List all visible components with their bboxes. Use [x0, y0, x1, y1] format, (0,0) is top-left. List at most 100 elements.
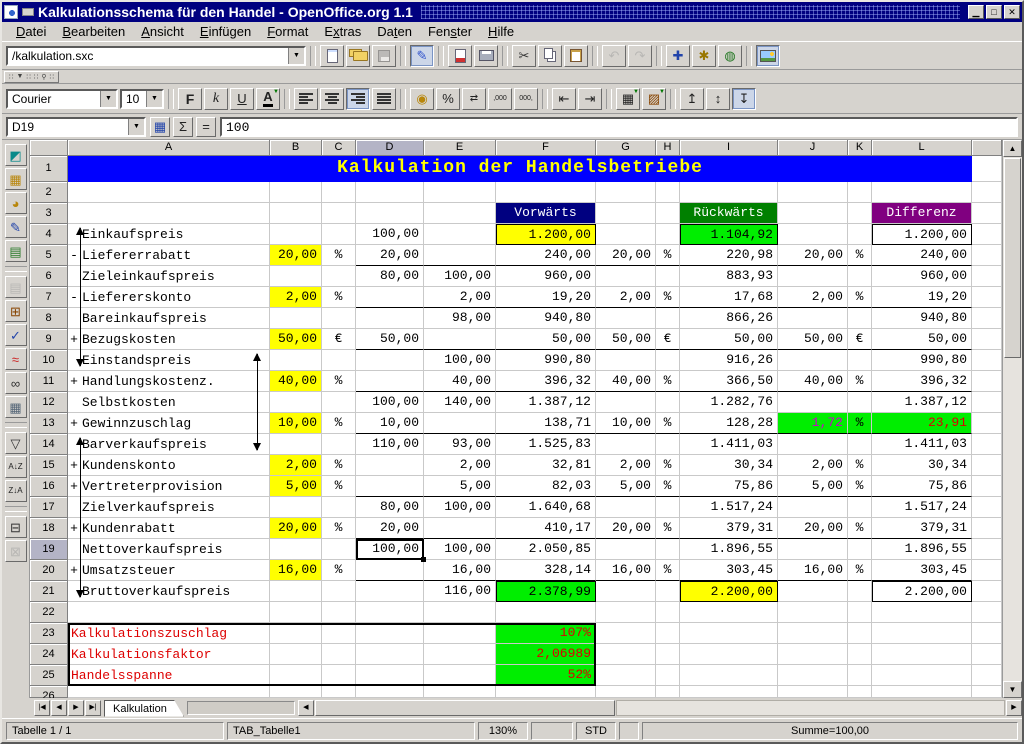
column-header-m[interactable]: [972, 140, 1002, 156]
bold-button[interactable]: F: [178, 88, 202, 110]
cell-J23[interactable]: [778, 623, 848, 644]
cell-B26[interactable]: [270, 686, 322, 698]
background-color-button[interactable]: ▨▼: [642, 88, 666, 110]
cell-L25[interactable]: [872, 665, 972, 686]
cell-I11[interactable]: 366,50: [680, 371, 778, 392]
menu-daten[interactable]: Daten: [369, 22, 420, 41]
cell-L16[interactable]: 75,86: [872, 476, 972, 497]
cell-D2[interactable]: [356, 182, 424, 203]
row-header-13[interactable]: 13: [30, 413, 68, 434]
cell-M20[interactable]: [972, 560, 1002, 581]
align-center-button[interactable]: [320, 88, 344, 110]
cell-G13[interactable]: 10,00: [596, 413, 656, 434]
cell-F26[interactable]: [496, 686, 596, 698]
row-header-9[interactable]: 9: [30, 329, 68, 350]
cell-K12[interactable]: [848, 392, 872, 413]
cell-B13[interactable]: 10,00: [270, 413, 322, 434]
cell-J6[interactable]: [778, 266, 848, 287]
cell-B11[interactable]: 40,00: [270, 371, 322, 392]
cell-J11[interactable]: 40,00: [778, 371, 848, 392]
cell-K10[interactable]: [848, 350, 872, 371]
cell-D4[interactable]: 100,00: [356, 224, 424, 245]
cell-H5[interactable]: %: [656, 245, 680, 266]
cell-M17[interactable]: [972, 497, 1002, 518]
cell-A15[interactable]: +Kundenskonto: [68, 455, 270, 476]
cell-K5[interactable]: %: [848, 245, 872, 266]
cell-I17[interactable]: 1.517,24: [680, 497, 778, 518]
cell-E18[interactable]: [424, 518, 496, 539]
cell-L20[interactable]: 303,45: [872, 560, 972, 581]
hyperlink-button[interactable]: ◍: [718, 45, 742, 67]
row-header-4[interactable]: 4: [30, 224, 68, 245]
cell-K25[interactable]: [848, 665, 872, 686]
cell-F22[interactable]: [496, 602, 596, 623]
number-format-percent-button[interactable]: %: [436, 88, 460, 110]
cell-A18[interactable]: +Kundenrabatt: [68, 518, 270, 539]
cell-D9[interactable]: 50,00: [356, 329, 424, 350]
name-box-dropdown-icon[interactable]: ▼: [128, 119, 144, 135]
cell-H9[interactable]: €: [656, 329, 680, 350]
cell-A3[interactable]: [68, 203, 270, 224]
menu-ansicht[interactable]: Ansicht: [133, 22, 192, 41]
cell-M24[interactable]: [972, 644, 1002, 665]
cell-H20[interactable]: %: [656, 560, 680, 581]
cell-I10[interactable]: 916,26: [680, 350, 778, 371]
cell-H14[interactable]: [656, 434, 680, 455]
cell-D17[interactable]: 80,00: [356, 497, 424, 518]
cell-J18[interactable]: 20,00: [778, 518, 848, 539]
cell-C4[interactable]: [322, 224, 356, 245]
cell-E16[interactable]: 5,00: [424, 476, 496, 497]
cell-D3[interactable]: [356, 203, 424, 224]
cell-M16[interactable]: [972, 476, 1002, 497]
status-page-style[interactable]: TAB_Tabelle1: [227, 722, 475, 740]
cell-L22[interactable]: [872, 602, 972, 623]
cell-H17[interactable]: [656, 497, 680, 518]
gallery-button[interactable]: [756, 45, 780, 67]
cell-M5[interactable]: [972, 245, 1002, 266]
cell-C10[interactable]: [322, 350, 356, 371]
cell-D18[interactable]: 20,00: [356, 518, 424, 539]
row-header-12[interactable]: 12: [30, 392, 68, 413]
navigator-button[interactable]: ✚: [666, 45, 690, 67]
cell-G11[interactable]: 40,00: [596, 371, 656, 392]
cell-C19[interactable]: [322, 539, 356, 560]
cell-K15[interactable]: %: [848, 455, 872, 476]
cell-H10[interactable]: [656, 350, 680, 371]
edit-file-button[interactable]: ✎: [410, 45, 434, 67]
align-top-button[interactable]: ↥: [680, 88, 704, 110]
column-header-k[interactable]: K: [848, 140, 872, 156]
column-header-i[interactable]: I: [680, 140, 778, 156]
cell-C16[interactable]: %: [322, 476, 356, 497]
autofilter-button[interactable]: ▽: [5, 432, 27, 454]
cell-A9[interactable]: +Bezugskosten: [68, 329, 270, 350]
cell-H6[interactable]: [656, 266, 680, 287]
cell-G14[interactable]: [596, 434, 656, 455]
delete-decimal-button[interactable]: 000,: [514, 88, 538, 110]
cell-I8[interactable]: 866,26: [680, 308, 778, 329]
cell-A20[interactable]: +Umsatzsteuer: [68, 560, 270, 581]
cell-E2[interactable]: [424, 182, 496, 203]
cell-I19[interactable]: 1.896,55: [680, 539, 778, 560]
cell-G21[interactable]: [596, 581, 656, 602]
cell-K24[interactable]: [848, 644, 872, 665]
copy-button[interactable]: [538, 45, 562, 67]
row-header-19[interactable]: 19: [30, 539, 68, 560]
cell-C7[interactable]: %: [322, 287, 356, 308]
cell-G24[interactable]: [596, 644, 656, 665]
formula-input[interactable]: 100: [220, 117, 1018, 137]
cell-A2[interactable]: [68, 182, 270, 203]
cell-G9[interactable]: 50,00: [596, 329, 656, 350]
cell-K3[interactable]: [848, 203, 872, 224]
cell-E6[interactable]: 100,00: [424, 266, 496, 287]
cell-G5[interactable]: 20,00: [596, 245, 656, 266]
cell-A5[interactable]: -Liefererrabatt: [68, 245, 270, 266]
cell-D6[interactable]: 80,00: [356, 266, 424, 287]
scroll-up-icon[interactable]: ▲: [1003, 140, 1022, 157]
scroll-right-icon[interactable]: ▶: [1006, 700, 1022, 716]
sum-button[interactable]: Σ: [173, 117, 193, 137]
cell-J4[interactable]: [778, 224, 848, 245]
cell-B5[interactable]: 20,00: [270, 245, 322, 266]
column-header-b[interactable]: B: [270, 140, 322, 156]
cell-F13[interactable]: 138,71: [496, 413, 596, 434]
cell-H22[interactable]: [656, 602, 680, 623]
